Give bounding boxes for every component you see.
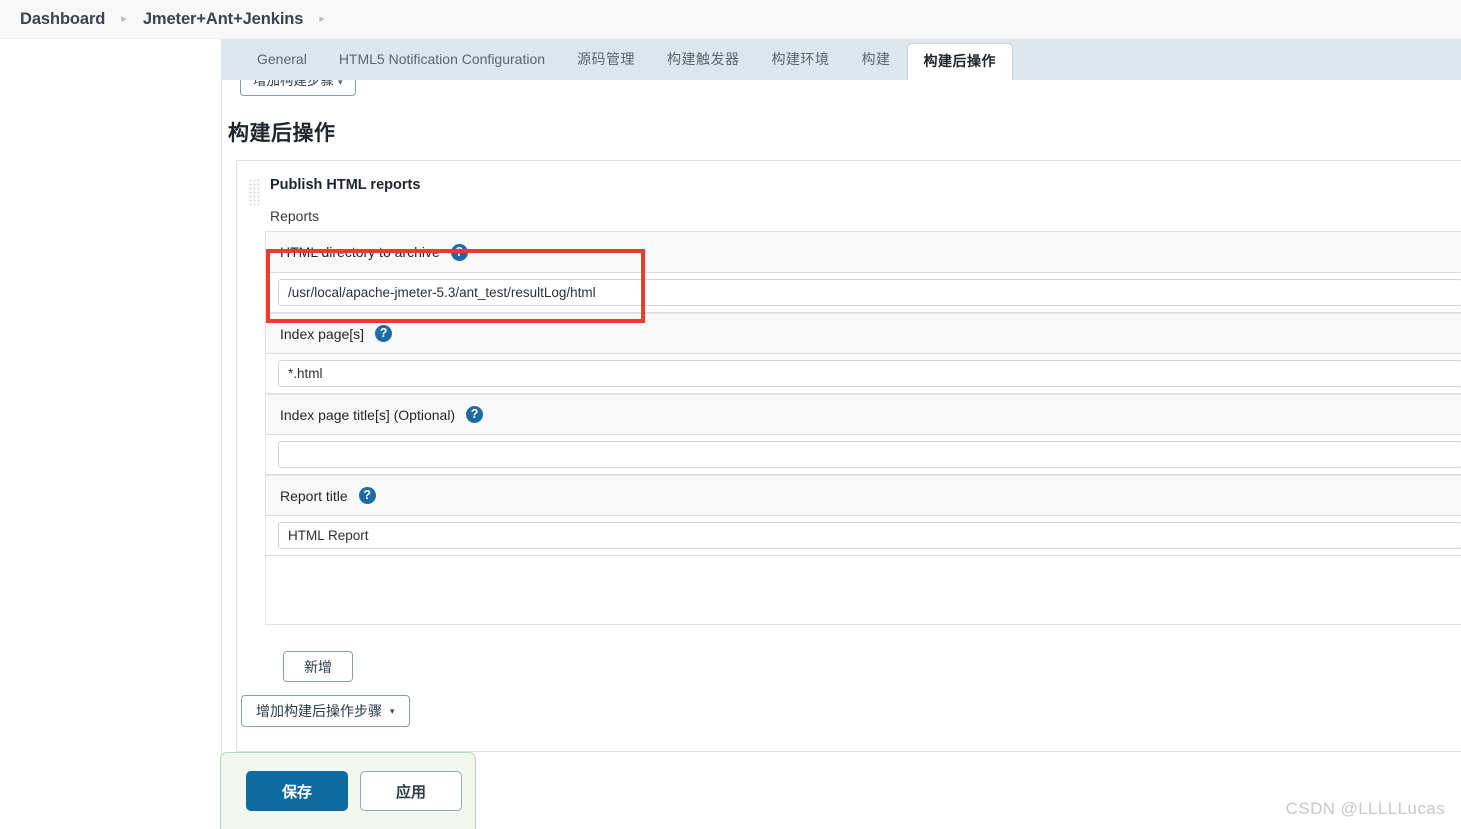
- breadcrumb-dropdown-icon[interactable]: ▸: [319, 13, 325, 25]
- apply-button[interactable]: 应用: [360, 771, 462, 811]
- tab-post-build-actions[interactable]: 构建后操作: [906, 43, 1014, 80]
- breadcrumb-item-job[interactable]: Jmeter+Ant+Jenkins: [143, 10, 304, 29]
- publisher-heading: Publish HTML reports: [270, 177, 421, 193]
- page-title: 构建后操作: [228, 122, 336, 145]
- breadcrumb-item-dashboard[interactable]: Dashboard: [20, 10, 105, 29]
- help-icon-html-directory[interactable]: ?: [450, 243, 468, 261]
- field-label-row-index-pages: Index page[s] ?: [266, 313, 1461, 354]
- add-post-build-step-label: 增加构建后操作步骤: [256, 703, 382, 719]
- label-html-directory-to-archive: HTML directory to archive: [280, 244, 440, 260]
- tab-html5-notification-configuration[interactable]: HTML5 Notification Configuration: [323, 39, 561, 80]
- breadcrumb: Dashboard ▸ Jmeter+Ant+Jenkins ▸: [0, 0, 1461, 39]
- chevron-down-icon: ▾: [338, 80, 343, 87]
- label-index-pages: Index page[s]: [280, 325, 365, 342]
- tab-build[interactable]: 构建: [846, 39, 907, 80]
- tab-build-environment[interactable]: 构建环境: [756, 39, 846, 80]
- add-build-step-button[interactable]: 增加构建步骤 ▾: [240, 80, 356, 96]
- report-block-spacer: [266, 556, 1461, 624]
- tab-list: General HTML5 Notification Configuration…: [221, 39, 1014, 80]
- add-post-build-step-button[interactable]: 增加构建后操作步骤 ▾: [241, 695, 410, 727]
- index-pages-input[interactable]: [278, 360, 1461, 387]
- label-report-title: Report title: [280, 487, 348, 504]
- html-directory-to-archive-input[interactable]: [278, 279, 1461, 306]
- help-icon-report-title[interactable]: ?: [358, 487, 376, 504]
- save-button[interactable]: 保存: [246, 771, 348, 811]
- field-input-row-report-title: [266, 516, 1461, 556]
- tab-build-triggers[interactable]: 构建触发器: [651, 39, 756, 80]
- field-input-row-index-pages: [266, 354, 1461, 394]
- drag-grip-icon[interactable]: [249, 179, 260, 206]
- config-content-pane: 增加构建步骤 ▾ 构建后操作 Publish HTML reports Repor…: [221, 80, 1461, 829]
- publisher-panel: Publish HTML reports Reports HTML direct…: [236, 160, 1461, 752]
- field-input-row-index-page-titles: [266, 435, 1461, 475]
- help-icon-index-pages[interactable]: ?: [375, 325, 393, 342]
- help-icon-index-page-titles[interactable]: ?: [466, 406, 484, 423]
- field-input-row-html-directory: [266, 273, 1461, 313]
- chevron-down-icon: ▾: [390, 705, 395, 716]
- add-build-step-label: 增加构建步骤: [253, 80, 334, 88]
- tab-source-code-management[interactable]: 源码管理: [561, 39, 651, 80]
- report-entry-block: HTML directory to archive ? Index page[s…: [265, 231, 1461, 625]
- field-label-row-html-directory: HTML directory to archive ?: [266, 232, 1461, 273]
- index-page-titles-input[interactable]: [278, 441, 1461, 468]
- reports-label: Reports: [270, 208, 320, 224]
- breadcrumb-separator-icon: ▸: [121, 12, 127, 25]
- field-label-row-report-title: Report title ?: [266, 475, 1461, 516]
- form-action-bar: 保存 应用: [220, 752, 476, 829]
- field-label-row-index-page-titles: Index page title[s] (Optional) ?: [266, 394, 1461, 435]
- label-index-page-titles: Index page title[s] (Optional): [280, 406, 456, 423]
- tab-general[interactable]: General: [241, 39, 323, 80]
- add-report-button[interactable]: 新增: [283, 651, 353, 682]
- report-title-input[interactable]: [278, 522, 1461, 549]
- watermark: CSDN @LLLLLucas: [1285, 799, 1445, 818]
- config-tab-strip: General HTML5 Notification Configuration…: [221, 39, 1461, 80]
